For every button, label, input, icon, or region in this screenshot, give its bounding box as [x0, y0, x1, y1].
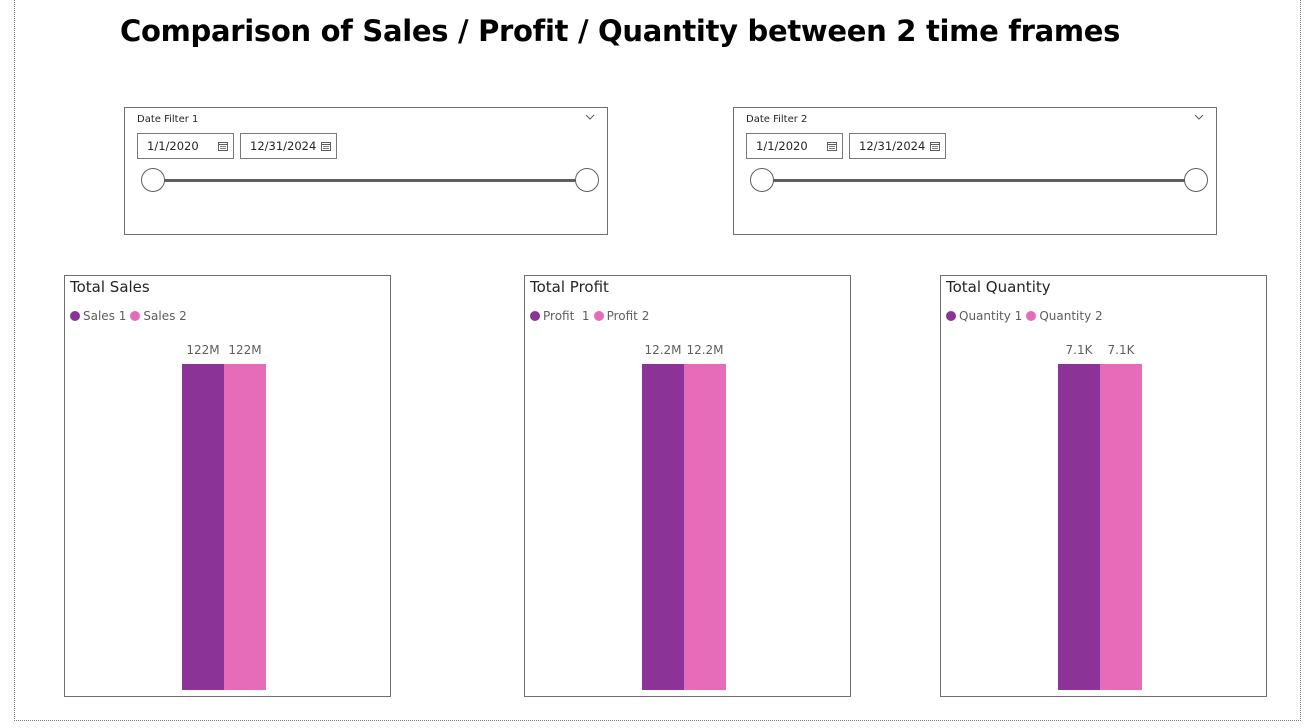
total-profit-chart: Total Profit Profit 1 Profit 2 12.2M 12.…: [524, 275, 851, 697]
chart-title: Total Quantity: [946, 278, 1051, 296]
end-date-value: 12/31/2024: [859, 139, 926, 153]
legend-dot: [530, 311, 540, 321]
bar-series-1[interactable]: [182, 364, 224, 690]
data-label: 12.2M: [686, 343, 724, 357]
total-quantity-chart: Total Quantity Quantity 1 Quantity 2 7.1…: [940, 275, 1267, 697]
data-label: 122M: [228, 343, 262, 357]
data-label: 7.1K: [1065, 343, 1093, 357]
date-filter-2-slicer: Date Filter 2 1/1/2020 12/31/2024: [733, 107, 1217, 235]
legend-item[interactable]: Quantity 2: [1026, 309, 1103, 323]
slicer-title: Date Filter 2: [746, 114, 808, 125]
data-label: 122M: [186, 343, 220, 357]
legend-item[interactable]: Profit 1: [530, 309, 590, 323]
legend-item[interactable]: Profit 2: [593, 309, 650, 323]
start-date-value: 1/1/2020: [147, 139, 199, 153]
slider-end-handle[interactable]: [1184, 168, 1208, 192]
start-date-value: 1/1/2020: [756, 139, 808, 153]
legend-label: Profit 1: [543, 309, 590, 323]
slicer-title: Date Filter 1: [137, 114, 199, 125]
end-date-input[interactable]: 12/31/2024: [849, 133, 946, 159]
legend-dot: [593, 311, 604, 321]
legend-dot: [130, 311, 141, 321]
calendar-icon[interactable]: [321, 141, 331, 151]
legend-dot: [1026, 311, 1037, 321]
legend-dot: [70, 311, 80, 321]
chevron-down-icon[interactable]: [585, 112, 595, 122]
legend-item[interactable]: Sales 2: [130, 309, 187, 323]
chart-legend: Quantity 1 Quantity 2: [946, 309, 1107, 323]
chart-legend: Sales 1 Sales 2: [70, 309, 191, 323]
bar-series-2[interactable]: [1100, 364, 1142, 690]
legend-item[interactable]: Quantity 1: [946, 309, 1022, 323]
slider-end-handle[interactable]: [575, 168, 599, 192]
legend-label: Profit 2: [606, 309, 650, 323]
legend-label: Sales 1: [83, 309, 127, 323]
legend-dot: [946, 311, 956, 321]
calendar-icon[interactable]: [827, 141, 837, 151]
slider-start-handle[interactable]: [750, 168, 774, 192]
slider-track[interactable]: [153, 179, 587, 182]
data-label: 7.1K: [1107, 343, 1135, 357]
date-filter-1-slicer: Date Filter 1 1/1/2020 12/31/2024: [124, 107, 608, 235]
start-date-input[interactable]: 1/1/2020: [746, 133, 843, 159]
data-label: 12.2M: [644, 343, 682, 357]
chart-title: Total Profit: [530, 278, 609, 296]
calendar-icon[interactable]: [930, 141, 940, 151]
slider-track[interactable]: [762, 179, 1196, 182]
end-date-value: 12/31/2024: [250, 139, 317, 153]
page-title: Comparison of Sales / Profit / Quantity …: [120, 14, 1121, 48]
start-date-input[interactable]: 1/1/2020: [137, 133, 234, 159]
bar-series-2[interactable]: [224, 364, 266, 690]
chart-title: Total Sales: [70, 278, 150, 296]
chart-legend: Profit 1 Profit 2: [530, 309, 653, 323]
legend-label: Quantity 1: [959, 309, 1023, 323]
total-sales-chart: Total Sales Sales 1 Sales 2 122M 122M: [64, 275, 391, 697]
bar-series-2[interactable]: [684, 364, 726, 690]
chevron-down-icon[interactable]: [1194, 112, 1204, 122]
bar-series-1[interactable]: [642, 364, 684, 690]
calendar-icon[interactable]: [218, 141, 228, 151]
legend-label: Sales 2: [143, 309, 187, 323]
legend-label: Quantity 2: [1039, 309, 1103, 323]
bar-series-1[interactable]: [1058, 364, 1100, 690]
slider-start-handle[interactable]: [141, 168, 165, 192]
legend-item[interactable]: Sales 1: [70, 309, 126, 323]
end-date-input[interactable]: 12/31/2024: [240, 133, 337, 159]
